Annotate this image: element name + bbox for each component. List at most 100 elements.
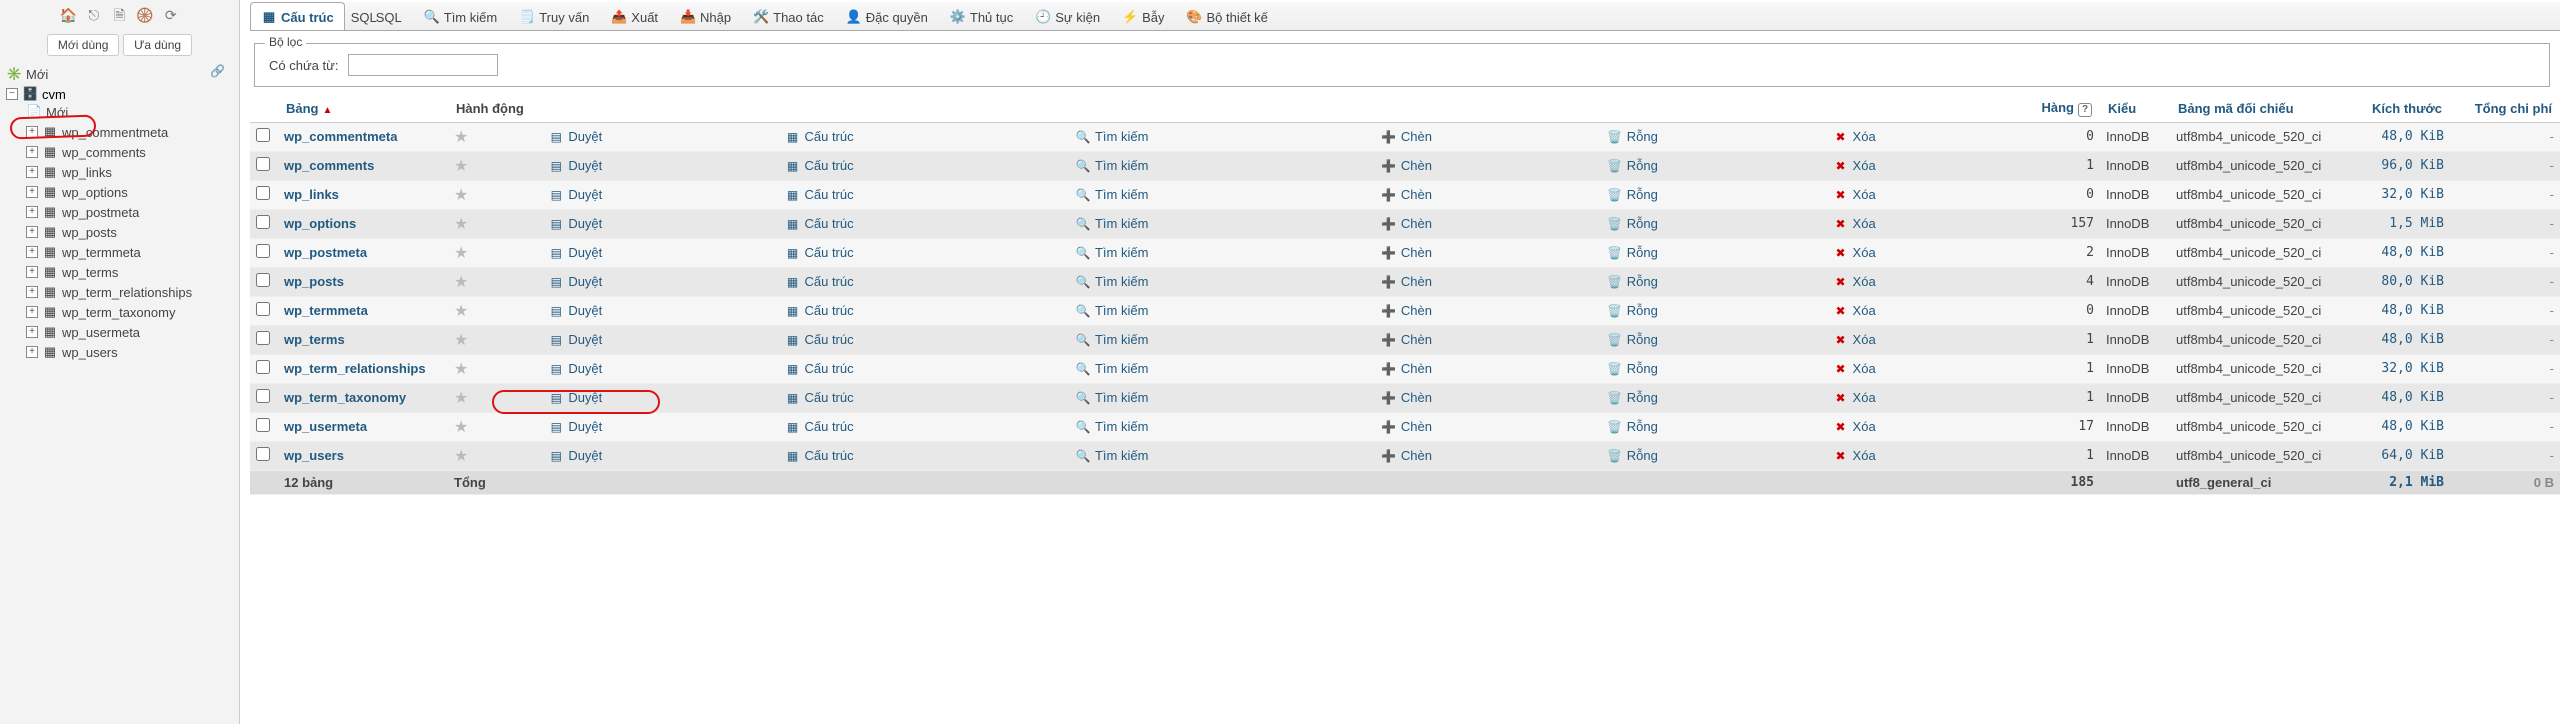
browse-action[interactable]: ▤Duyệt <box>548 187 602 203</box>
tree-table-wp_term_taxonomy[interactable]: +▦wp_term_taxonomy <box>26 304 233 320</box>
empty-action[interactable]: 🗑️Rỗng <box>1607 245 1658 261</box>
favorite-star[interactable]: ★ <box>454 129 468 146</box>
tab-import[interactable]: 📥Nhập <box>669 2 742 30</box>
expand-icon[interactable]: + <box>26 126 38 138</box>
tree-table-wp_comments[interactable]: +▦wp_comments <box>26 144 233 160</box>
browse-action[interactable]: ▤Duyệt <box>548 332 602 348</box>
tree-table-wp_users[interactable]: +▦wp_users <box>26 344 233 360</box>
row-checkbox[interactable] <box>256 157 270 171</box>
col-type[interactable]: Kiểu <box>2108 101 2136 116</box>
table-name-link[interactable]: wp_links <box>284 187 339 202</box>
insert-action[interactable]: ➕Chèn <box>1381 216 1432 232</box>
reload-icon[interactable]: ⟳ <box>162 6 180 24</box>
empty-action[interactable]: 🗑️Rỗng <box>1607 332 1658 348</box>
row-checkbox[interactable] <box>256 418 270 432</box>
empty-action[interactable]: 🗑️Rỗng <box>1607 187 1658 203</box>
tab-routines[interactable]: ⚙️Thủ tục <box>939 2 1024 30</box>
browse-action[interactable]: ▤Duyệt <box>548 419 602 435</box>
tab-privileges[interactable]: 👤Đặc quyền <box>835 2 939 30</box>
table-name-link[interactable]: wp_termmeta <box>284 303 368 318</box>
tree-table-wp_options[interactable]: +▦wp_options <box>26 184 233 200</box>
search-action[interactable]: 🔍Tìm kiếm <box>1075 187 1148 203</box>
search-action[interactable]: 🔍Tìm kiếm <box>1075 158 1148 174</box>
row-checkbox[interactable] <box>256 302 270 316</box>
tab-events[interactable]: 🕘Sự kiện <box>1024 2 1111 30</box>
browse-action[interactable]: ▤Duyệt <box>548 158 602 174</box>
insert-action[interactable]: ➕Chèn <box>1381 303 1432 319</box>
col-size[interactable]: Kích thước <box>2372 101 2442 116</box>
table-name-link[interactable]: wp_term_relationships <box>284 361 426 376</box>
row-checkbox[interactable] <box>256 389 270 403</box>
search-action[interactable]: 🔍Tìm kiếm <box>1075 332 1148 348</box>
search-action[interactable]: 🔍Tìm kiếm <box>1075 274 1148 290</box>
expand-icon[interactable]: + <box>26 186 38 198</box>
table-name-link[interactable]: wp_usermeta <box>284 419 367 434</box>
table-name-link[interactable]: wp_terms <box>284 332 345 347</box>
row-checkbox[interactable] <box>256 273 270 287</box>
search-action[interactable]: 🔍Tìm kiếm <box>1075 361 1148 377</box>
tree-table-wp_postmeta[interactable]: +▦wp_postmeta <box>26 204 233 220</box>
structure-action[interactable]: ▦Cấu trúc <box>784 245 853 261</box>
expand-icon[interactable]: + <box>26 206 38 218</box>
empty-action[interactable]: 🗑️Rỗng <box>1607 303 1658 319</box>
collapse-icon[interactable]: − <box>6 88 18 100</box>
row-checkbox[interactable] <box>256 186 270 200</box>
col-table[interactable]: Bảng <box>286 101 319 116</box>
favorite-star[interactable]: ★ <box>454 332 468 349</box>
tab-operations[interactable]: 🛠️Thao tác <box>742 2 835 30</box>
drop-action[interactable]: ✖Xóa <box>1833 158 1876 174</box>
table-name-link[interactable]: wp_term_taxonomy <box>284 390 406 405</box>
structure-action[interactable]: ▦Cấu trúc <box>784 361 853 377</box>
empty-action[interactable]: 🗑️Rỗng <box>1607 419 1658 435</box>
tree-new-db[interactable]: ✳️ Mới <box>6 66 233 82</box>
search-action[interactable]: 🔍Tìm kiếm <box>1075 390 1148 406</box>
drop-action[interactable]: ✖Xóa <box>1833 245 1876 261</box>
insert-action[interactable]: ➕Chèn <box>1381 129 1432 145</box>
browse-action[interactable]: ▤Duyệt <box>548 390 602 406</box>
insert-action[interactable]: ➕Chèn <box>1381 274 1432 290</box>
structure-action[interactable]: ▦Cấu trúc <box>784 129 853 145</box>
tab-designer[interactable]: 🎨Bộ thiết kế <box>1175 2 1278 30</box>
tab-query[interactable]: 🗒️Truy vấn <box>508 2 600 30</box>
search-action[interactable]: 🔍Tìm kiếm <box>1075 419 1148 435</box>
help-icon[interactable]: ? <box>2078 103 2092 117</box>
tab-search[interactable]: 🔍Tìm kiếm <box>413 2 508 30</box>
col-collation[interactable]: Bảng mã đối chiếu <box>2178 101 2294 116</box>
tree-table-wp_term_relationships[interactable]: +▦wp_term_relationships <box>26 284 233 300</box>
expand-icon[interactable]: + <box>26 246 38 258</box>
search-action[interactable]: 🔍Tìm kiếm <box>1075 448 1148 464</box>
empty-action[interactable]: 🗑️Rỗng <box>1607 129 1658 145</box>
structure-action[interactable]: ▦Cấu trúc <box>784 274 853 290</box>
table-name-link[interactable]: wp_posts <box>284 274 344 289</box>
empty-action[interactable]: 🗑️Rỗng <box>1607 448 1658 464</box>
tab-triggers[interactable]: ⚡Bẫy <box>1111 2 1175 30</box>
table-name-link[interactable]: wp_comments <box>284 158 374 173</box>
expand-icon[interactable]: + <box>26 326 38 338</box>
insert-action[interactable]: ➕Chèn <box>1381 187 1432 203</box>
expand-icon[interactable]: + <box>26 226 38 238</box>
expand-icon[interactable]: + <box>26 146 38 158</box>
expand-icon[interactable]: + <box>26 166 38 178</box>
browse-action[interactable]: ▤Duyệt <box>548 448 602 464</box>
table-name-link[interactable]: wp_postmeta <box>284 245 367 260</box>
drop-action[interactable]: ✖Xóa <box>1833 332 1876 348</box>
expand-icon[interactable]: + <box>26 286 38 298</box>
structure-action[interactable]: ▦Cấu trúc <box>784 158 853 174</box>
empty-action[interactable]: 🗑️Rỗng <box>1607 390 1658 406</box>
link-icon[interactable]: 🔗 <box>210 64 225 78</box>
tree-table-wp_usermeta[interactable]: +▦wp_usermeta <box>26 324 233 340</box>
tree-new-table[interactable]: 📄Mới <box>26 104 233 120</box>
row-checkbox[interactable] <box>256 128 270 142</box>
favorite-star[interactable]: ★ <box>454 303 468 320</box>
tree-table-wp_posts[interactable]: +▦wp_posts <box>26 224 233 240</box>
insert-action[interactable]: ➕Chèn <box>1381 245 1432 261</box>
favorite-star[interactable]: ★ <box>454 419 468 436</box>
col-rows[interactable]: Hàng <box>2042 100 2075 115</box>
tree-table-wp_termmeta[interactable]: +▦wp_termmeta <box>26 244 233 260</box>
drop-action[interactable]: ✖Xóa <box>1833 274 1876 290</box>
tab-sql[interactable]: SQLSQL <box>345 2 413 30</box>
insert-action[interactable]: ➕Chèn <box>1381 448 1432 464</box>
favorite-star[interactable]: ★ <box>454 158 468 175</box>
search-action[interactable]: 🔍Tìm kiếm <box>1075 245 1148 261</box>
table-name-link[interactable]: wp_options <box>284 216 356 231</box>
